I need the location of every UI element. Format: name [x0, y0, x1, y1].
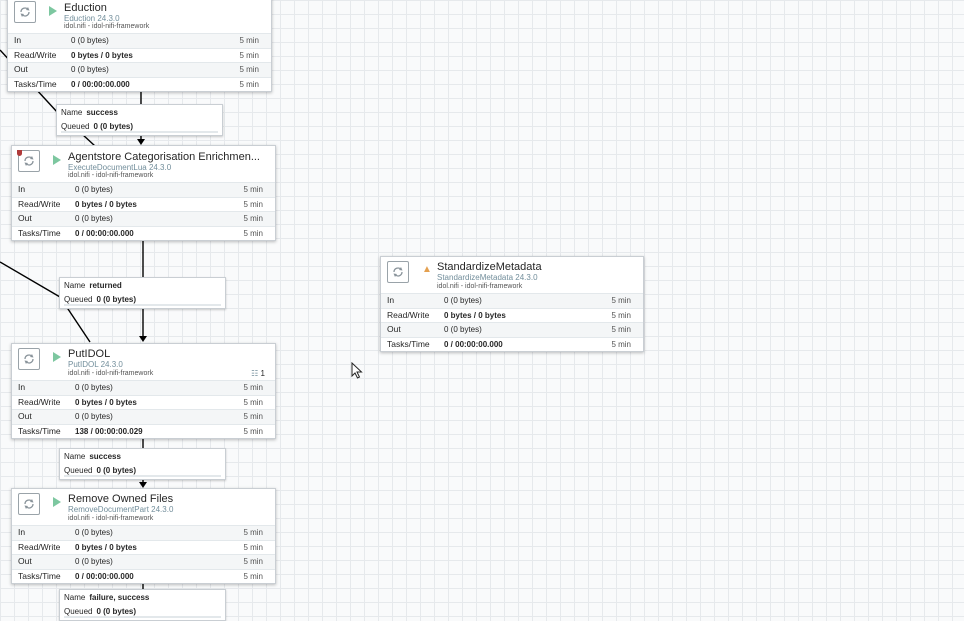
- play-icon: [53, 497, 61, 507]
- queue-bar: [64, 304, 221, 306]
- warning-icon[interactable]: ▲: [422, 264, 432, 275]
- stat-row-tasks-time: Tasks/Time 0 / 00:00:00.000 5 min: [381, 336, 643, 352]
- stat-row-read-write: Read/Write 0 bytes / 0 bytes 5 min: [381, 307, 643, 323]
- stat-row-in: In 0 (0 bytes) 5 min: [381, 293, 643, 308]
- processor-name: Agentstore Categorisation Enrichmen...: [68, 151, 260, 163]
- stat-row-in: In 0 (0 bytes) 5 min: [12, 380, 275, 395]
- processor-bundle: idol.nifi - idol-nifi-framework: [68, 370, 154, 377]
- queue-bar: [61, 131, 218, 133]
- processor-type: StandardizeMetadata 24.3.0: [437, 273, 538, 282]
- processor-icon: [18, 493, 40, 515]
- processor-agentstore-categorisation[interactable]: Agentstore Categorisation Enrichmen... E…: [11, 145, 276, 241]
- active-threads-indicator: ☷ 1: [251, 369, 265, 378]
- stat-row-in: In 0 (0 bytes) 5 min: [8, 33, 271, 48]
- processor-name: Eduction: [64, 2, 107, 14]
- stat-row-out: Out 0 (0 bytes) 5 min: [8, 62, 271, 77]
- active-threads-icon: ☷: [251, 369, 259, 378]
- stat-row-read-write: Read/Write 0 bytes / 0 bytes 5 min: [12, 539, 275, 555]
- queue-bar: [64, 475, 221, 477]
- stat-row-tasks-time: Tasks/Time 0 / 00:00:00.000 5 min: [12, 568, 275, 584]
- processor-name: PutIDOL: [68, 348, 111, 360]
- stat-row-out: Out 0 (0 bytes) 5 min: [381, 322, 643, 337]
- processor-icon: [14, 1, 36, 23]
- play-icon: [53, 352, 61, 362]
- processor-icon: [387, 261, 409, 283]
- processor-bundle: idol.nifi - idol-nifi-framework: [64, 23, 150, 30]
- connection-label-returned[interactable]: Name returned Queued 0 (0 bytes): [59, 277, 226, 309]
- restricted-shield-icon: [17, 150, 22, 156]
- stat-row-tasks-time: Tasks/Time 0 / 00:00:00.000 5 min: [12, 225, 275, 241]
- queue-bar: [64, 616, 221, 618]
- processor-icon: [18, 348, 40, 370]
- stat-row-read-write: Read/Write 0 bytes / 0 bytes 5 min: [8, 47, 271, 63]
- stat-row-in: In 0 (0 bytes) 5 min: [12, 182, 275, 197]
- processor-bundle: idol.nifi - idol-nifi-framework: [68, 515, 154, 522]
- processor-type: Eduction 24.3.0: [64, 14, 120, 23]
- stat-row-tasks-time: Tasks/Time 0 / 00:00:00.000 5 min: [8, 76, 271, 92]
- stat-row-out: Out 0 (0 bytes) 5 min: [12, 409, 275, 424]
- play-icon: [49, 6, 57, 16]
- stat-row-read-write: Read/Write 0 bytes / 0 bytes 5 min: [12, 196, 275, 212]
- connection-label-success[interactable]: Name success Queued 0 (0 bytes): [59, 448, 226, 480]
- processor-bundle: idol.nifi - idol-nifi-framework: [437, 283, 523, 290]
- play-icon: [53, 155, 61, 165]
- processor-standardize-metadata[interactable]: ▲ StandardizeMetadata StandardizeMetadat…: [380, 256, 644, 352]
- processor-eduction[interactable]: Eduction Eduction 24.3.0 idol.nifi - ido…: [7, 0, 272, 92]
- connection-label-failure-success[interactable]: Name failure, success Queued 0 (0 bytes): [59, 589, 226, 621]
- processor-type: ExecuteDocumentLua 24.3.0: [68, 163, 172, 172]
- processor-name: StandardizeMetadata: [437, 261, 542, 273]
- stat-row-out: Out 0 (0 bytes) 5 min: [12, 554, 275, 569]
- processor-putidol[interactable]: PutIDOL PutIDOL 24.3.0 idol.nifi - idol-…: [11, 343, 276, 439]
- processor-type: PutIDOL 24.3.0: [68, 360, 123, 369]
- processor-name: Remove Owned Files: [68, 493, 174, 505]
- stat-row-in: In 0 (0 bytes) 5 min: [12, 525, 275, 540]
- stat-row-out: Out 0 (0 bytes) 5 min: [12, 211, 275, 226]
- processor-bundle: idol.nifi - idol-nifi-framework: [68, 172, 154, 179]
- connection-label-success[interactable]: Name success Queued 0 (0 bytes): [56, 104, 223, 136]
- stat-row-read-write: Read/Write 0 bytes / 0 bytes 5 min: [12, 394, 275, 410]
- processor-type: RemoveDocumentPart 24.3.0: [68, 505, 174, 514]
- mouse-cursor-icon: [351, 362, 363, 379]
- processor-remove-owned-files[interactable]: Remove Owned Files RemoveDocumentPart 24…: [11, 488, 276, 584]
- stat-row-tasks-time: Tasks/Time 138 / 00:00:00.029 5 min: [12, 423, 275, 439]
